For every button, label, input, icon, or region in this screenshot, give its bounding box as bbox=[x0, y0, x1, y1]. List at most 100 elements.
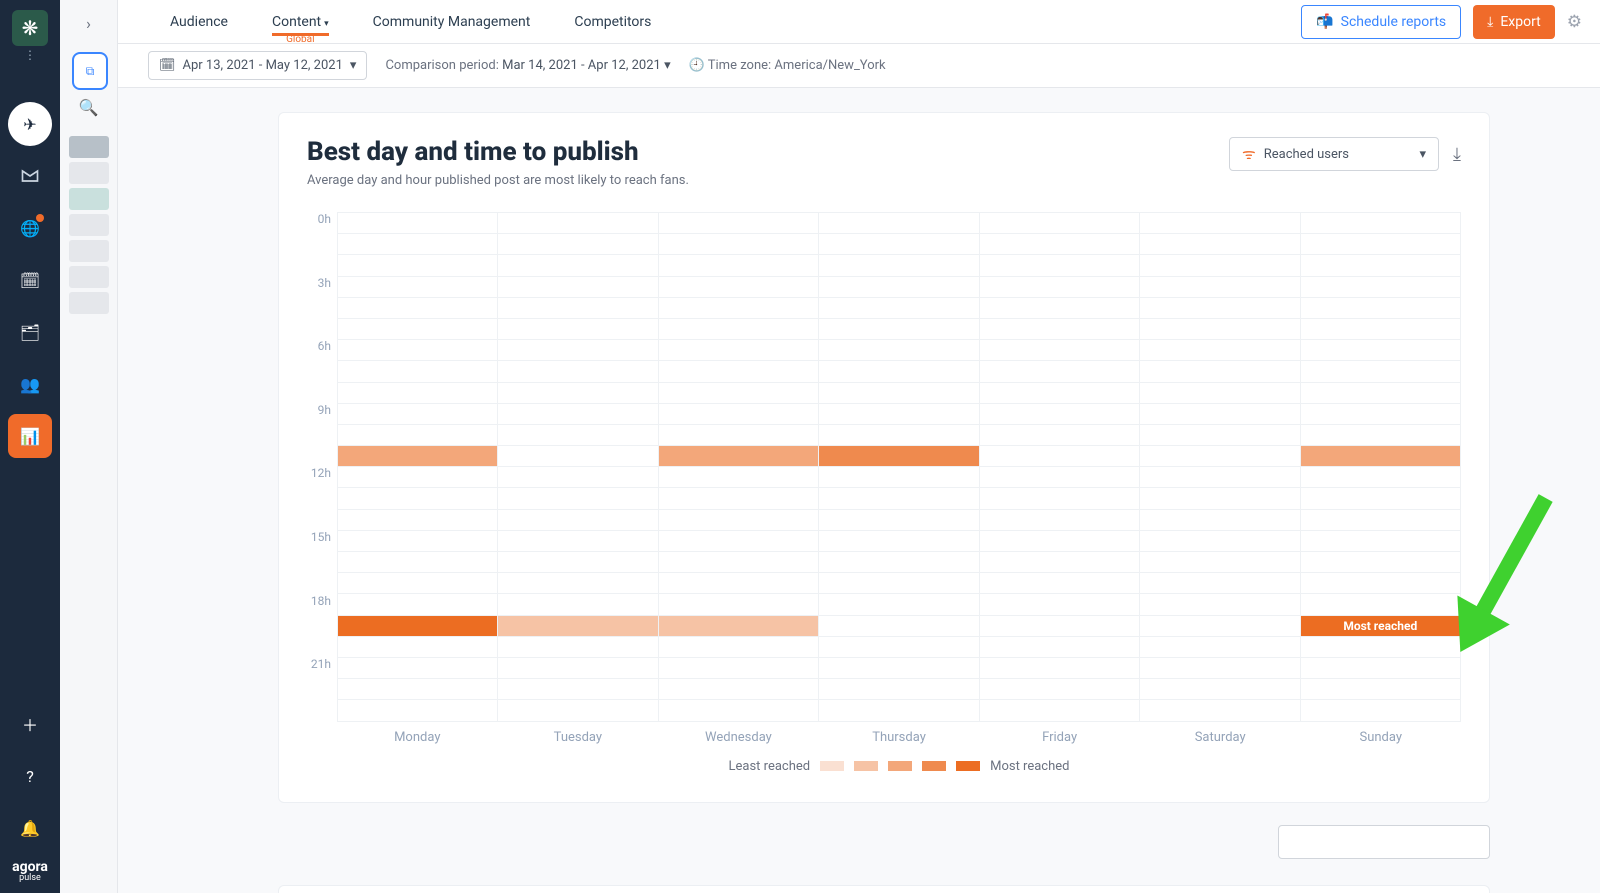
heatmap-cell[interactable] bbox=[819, 509, 979, 530]
heatmap-cell[interactable] bbox=[338, 509, 498, 530]
heatmap-cell[interactable] bbox=[819, 679, 979, 700]
heatmap-cell[interactable] bbox=[338, 213, 498, 234]
heatmap-cell[interactable] bbox=[658, 657, 818, 678]
heatmap-cell[interactable] bbox=[819, 573, 979, 594]
search-icon[interactable]: 🔍 bbox=[70, 88, 108, 126]
heatmap-cell[interactable] bbox=[658, 530, 818, 551]
heatmap-cell[interactable] bbox=[338, 594, 498, 615]
account-menu-icon[interactable]: ⋮ bbox=[24, 48, 36, 62]
profile-thumb[interactable] bbox=[69, 240, 109, 262]
heatmap-cell[interactable] bbox=[338, 276, 498, 297]
heatmap-cell[interactable] bbox=[819, 361, 979, 382]
heatmap-cell[interactable] bbox=[498, 700, 658, 721]
heatmap-cell[interactable] bbox=[819, 446, 979, 467]
heatmap-cell[interactable] bbox=[979, 446, 1139, 467]
export-button[interactable]: ⤓ Export bbox=[1473, 5, 1555, 39]
heatmap-cell[interactable] bbox=[979, 361, 1139, 382]
tab-content[interactable]: Content▾ Global bbox=[272, 14, 329, 30]
heatmap-cell[interactable] bbox=[1300, 594, 1460, 615]
heatmap-cell[interactable] bbox=[1300, 318, 1460, 339]
heatmap-cell[interactable] bbox=[658, 424, 818, 445]
team-icon[interactable]: 👥 bbox=[8, 362, 52, 406]
heatmap-cell[interactable] bbox=[498, 361, 658, 382]
heatmap-cell[interactable] bbox=[979, 700, 1139, 721]
heatmap-cell[interactable] bbox=[1140, 361, 1300, 382]
heatmap-cell[interactable] bbox=[658, 509, 818, 530]
heatmap-cell[interactable] bbox=[338, 446, 498, 467]
heatmap-cell[interactable] bbox=[338, 530, 498, 551]
heatmap-cell[interactable] bbox=[819, 297, 979, 318]
heatmap-cell[interactable] bbox=[1140, 234, 1300, 255]
heatmap-cell[interactable] bbox=[1300, 636, 1460, 657]
download-icon[interactable]: ⤓ bbox=[1453, 144, 1461, 165]
heatmap-cell[interactable] bbox=[1300, 530, 1460, 551]
heatmap-cell[interactable] bbox=[819, 615, 979, 636]
heatmap-cell[interactable] bbox=[498, 530, 658, 551]
heatmap-cell[interactable] bbox=[819, 530, 979, 551]
heatmap-cell[interactable] bbox=[979, 424, 1139, 445]
heatmap-cell[interactable] bbox=[1300, 403, 1460, 424]
heatmap-cell[interactable] bbox=[979, 509, 1139, 530]
schedule-reports-button[interactable]: 📬 Schedule reports bbox=[1301, 5, 1461, 39]
heatmap-cell[interactable] bbox=[1140, 318, 1300, 339]
heatmap-cell[interactable] bbox=[658, 552, 818, 573]
heatmap-cell[interactable] bbox=[1140, 340, 1300, 361]
heatmap-cell[interactable] bbox=[979, 403, 1139, 424]
heatmap-cell[interactable] bbox=[819, 700, 979, 721]
heatmap-cell[interactable] bbox=[498, 509, 658, 530]
heatmap-cell[interactable] bbox=[658, 446, 818, 467]
heatmap-cell[interactable] bbox=[1140, 403, 1300, 424]
summary-toggle[interactable]: ⧉ bbox=[72, 52, 108, 90]
heatmap-cell[interactable] bbox=[498, 573, 658, 594]
heatmap-cell[interactable] bbox=[658, 340, 818, 361]
heatmap-cell[interactable] bbox=[498, 636, 658, 657]
heatmap-cell[interactable] bbox=[498, 594, 658, 615]
heatmap-cell[interactable] bbox=[1140, 573, 1300, 594]
heatmap-cell[interactable] bbox=[979, 382, 1139, 403]
heatmap-cell[interactable] bbox=[338, 234, 498, 255]
profile-thumb[interactable] bbox=[69, 292, 109, 314]
add-icon[interactable]: ＋ bbox=[8, 702, 52, 746]
heatmap-cell[interactable] bbox=[498, 382, 658, 403]
heatmap-cell[interactable] bbox=[658, 403, 818, 424]
heatmap-cell[interactable] bbox=[338, 700, 498, 721]
heatmap-cell[interactable] bbox=[658, 679, 818, 700]
heatmap-cell[interactable] bbox=[338, 297, 498, 318]
heatmap-cell[interactable] bbox=[1300, 657, 1460, 678]
heatmap-cell[interactable] bbox=[658, 700, 818, 721]
heatmap-cell[interactable] bbox=[1300, 361, 1460, 382]
heatmap-cell[interactable] bbox=[1140, 636, 1300, 657]
heatmap-cell[interactable] bbox=[338, 255, 498, 276]
heatmap-cell[interactable] bbox=[979, 276, 1139, 297]
heatmap-cell[interactable] bbox=[658, 255, 818, 276]
heatmap-cell[interactable] bbox=[1300, 234, 1460, 255]
heatmap-cell[interactable] bbox=[819, 467, 979, 488]
heatmap-cell[interactable] bbox=[979, 657, 1139, 678]
profile-thumb[interactable] bbox=[69, 188, 109, 210]
heatmap-cell[interactable] bbox=[819, 403, 979, 424]
heatmap-cell[interactable] bbox=[338, 403, 498, 424]
heatmap-cell[interactable] bbox=[979, 594, 1139, 615]
heatmap-cell[interactable] bbox=[1140, 488, 1300, 509]
heatmap-cell[interactable] bbox=[1300, 700, 1460, 721]
heatmap-cell[interactable] bbox=[819, 382, 979, 403]
heatmap-cell[interactable] bbox=[658, 488, 818, 509]
publish-icon[interactable]: ✈ bbox=[8, 102, 52, 146]
heatmap-cell[interactable] bbox=[979, 467, 1139, 488]
heatmap-cell[interactable] bbox=[819, 340, 979, 361]
heatmap-cell[interactable] bbox=[498, 657, 658, 678]
heatmap-cell[interactable] bbox=[1300, 424, 1460, 445]
heatmap-cell[interactable] bbox=[498, 679, 658, 700]
heatmap-cell[interactable] bbox=[819, 636, 979, 657]
heatmap-cell[interactable] bbox=[819, 255, 979, 276]
heatmap-cell[interactable] bbox=[1140, 424, 1300, 445]
heatmap-cell[interactable] bbox=[498, 234, 658, 255]
heatmap-cell[interactable] bbox=[338, 615, 498, 636]
heatmap-cell[interactable] bbox=[979, 573, 1139, 594]
heatmap-cell[interactable] bbox=[498, 276, 658, 297]
heatmap-cell[interactable] bbox=[819, 657, 979, 678]
heatmap-cell[interactable] bbox=[658, 234, 818, 255]
heatmap-cell[interactable] bbox=[1300, 446, 1460, 467]
heatmap-cell[interactable] bbox=[338, 318, 498, 339]
heatmap-cell[interactable] bbox=[819, 594, 979, 615]
